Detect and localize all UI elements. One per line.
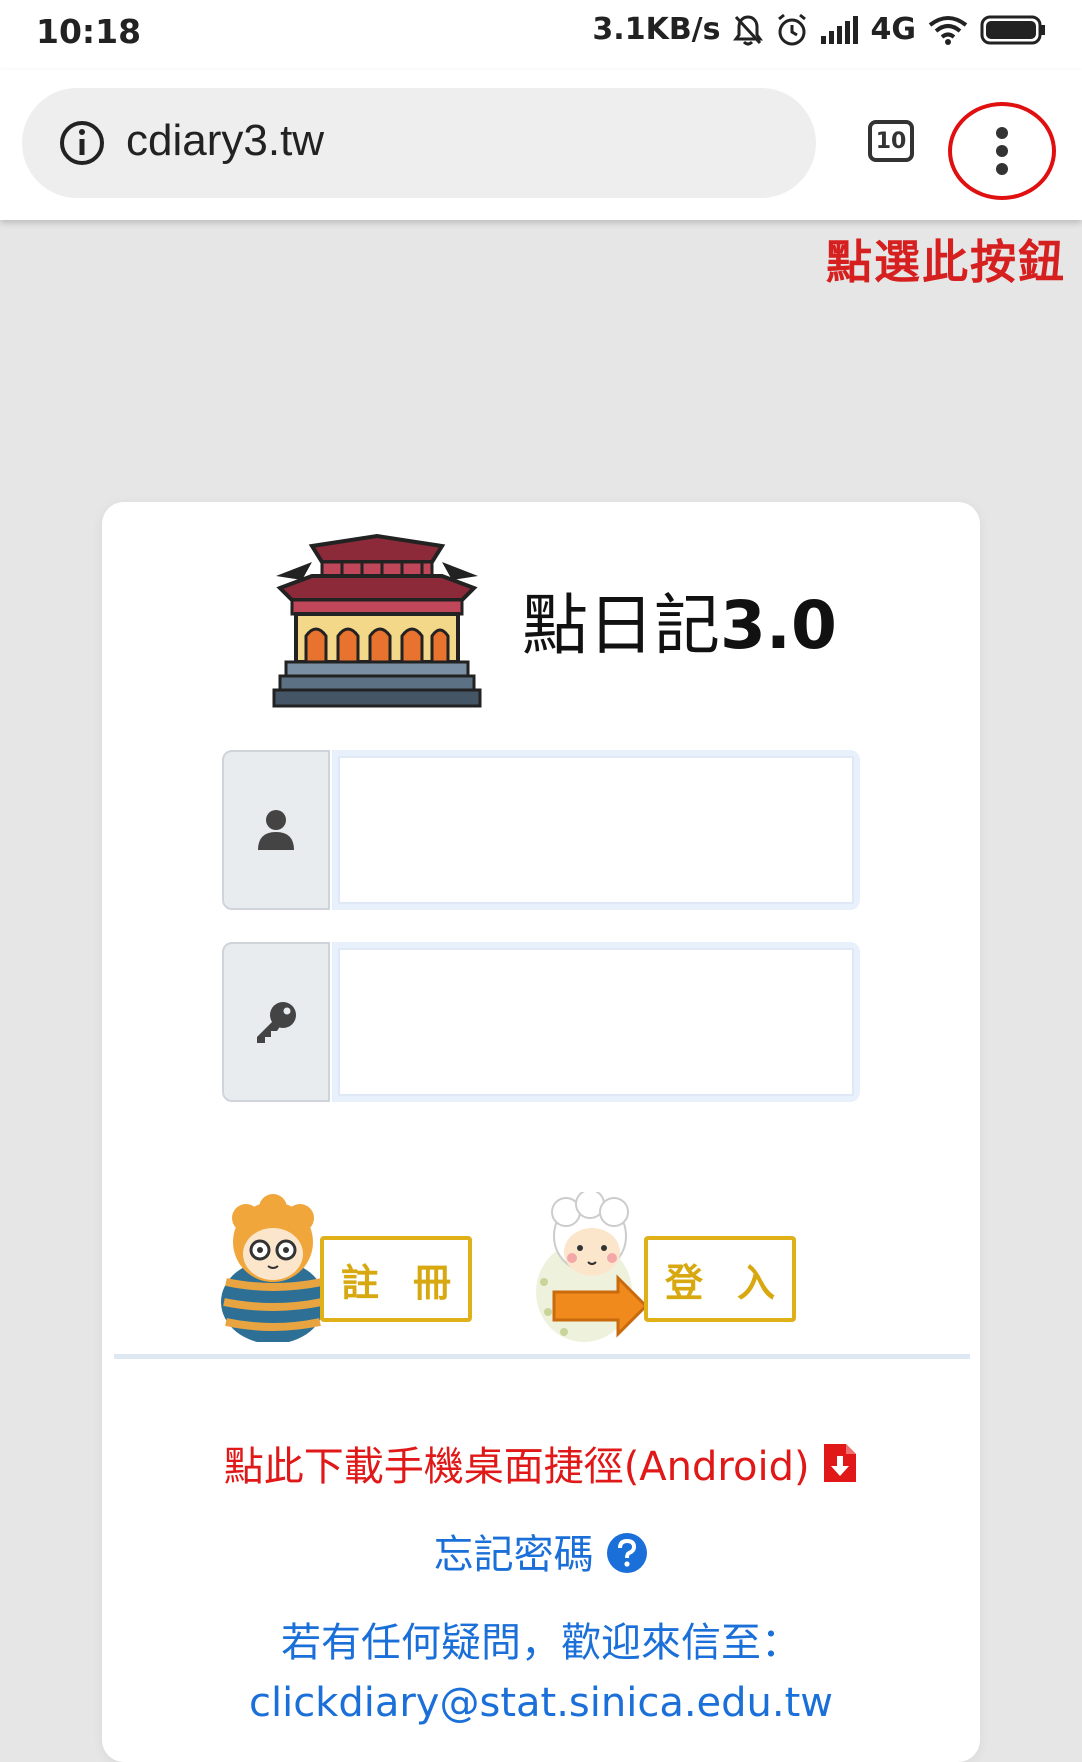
alarm-icon: [775, 13, 809, 47]
url-text[interactable]: cdiary3.tw: [126, 116, 324, 166]
login-label: 登 入: [644, 1236, 796, 1322]
status-indicators: 3.1KB/s 4G: [592, 12, 1046, 47]
status-bar: 10:18 3.1KB/s 4G: [0, 0, 1082, 70]
browser-toolbar: cdiary3.tw 10: [0, 70, 1082, 220]
sheep-scarf-icon: [221, 1194, 325, 1342]
status-time: 10:18: [36, 12, 142, 51]
divider: [114, 1354, 970, 1359]
info-icon[interactable]: [58, 119, 106, 171]
register-char-1: 註: [340, 1260, 379, 1305]
key-icon: [222, 942, 330, 1102]
password-input-frame: [332, 942, 860, 1102]
battery-icon: [980, 15, 1046, 45]
download-shortcut-link[interactable]: 點此下載手機桌面捷徑(Android): [102, 1434, 980, 1492]
question-circle-icon: [607, 1533, 648, 1573]
username-input-frame: [332, 750, 860, 910]
login-button[interactable]: 登 入: [534, 1192, 796, 1342]
register-label: 註 冊: [320, 1236, 472, 1322]
login-char-1: 登: [664, 1260, 703, 1305]
net-speed: 3.1KB/s: [592, 12, 721, 47]
sheep-arrow-icon: [536, 1192, 649, 1342]
app-title-text: 點日記: [522, 587, 720, 664]
wifi-icon: [928, 15, 968, 45]
download-shortcut-text: 點此下載手機桌面捷徑(Android): [223, 1444, 810, 1490]
password-field-group: [222, 942, 860, 1106]
tab-switcher-button[interactable]: 10: [868, 120, 914, 162]
contact-email-link[interactable]: clickdiary@stat.sinica.edu.tw: [102, 1680, 980, 1726]
password-input[interactable]: [338, 948, 854, 1096]
register-button[interactable]: 註 冊: [218, 1192, 480, 1342]
register-char-2: 冊: [412, 1260, 451, 1305]
forgot-password-link[interactable]: 忘記密碼: [102, 1522, 980, 1580]
app-title: 點日記3.0: [522, 572, 837, 668]
address-bar[interactable]: cdiary3.tw: [22, 88, 816, 198]
bell-off-icon: [732, 14, 763, 46]
palace-logo-icon: [272, 532, 482, 716]
more-vert-icon: [996, 127, 1008, 175]
forgot-password-text: 忘記密碼: [433, 1532, 594, 1578]
user-icon: [222, 750, 330, 910]
signal-icon: [820, 15, 859, 44]
app-title-version: 3.0: [720, 587, 837, 664]
instruction-annotation: 點選此按鈕: [826, 235, 1066, 289]
overflow-menu-button[interactable]: [946, 100, 1058, 202]
login-char-2: 入: [736, 1260, 775, 1305]
username-input[interactable]: [338, 756, 854, 904]
contact-text: 若有任何疑問，歡迎來信至：: [281, 1620, 801, 1666]
username-field-group: [222, 750, 860, 914]
network-type: 4G: [870, 12, 917, 47]
file-download-icon: [824, 1444, 857, 1482]
login-card: 點日記3.0 註 冊 登 入 點此下載手機桌面捷徑(Android) 忘記密碼 …: [102, 502, 980, 1762]
